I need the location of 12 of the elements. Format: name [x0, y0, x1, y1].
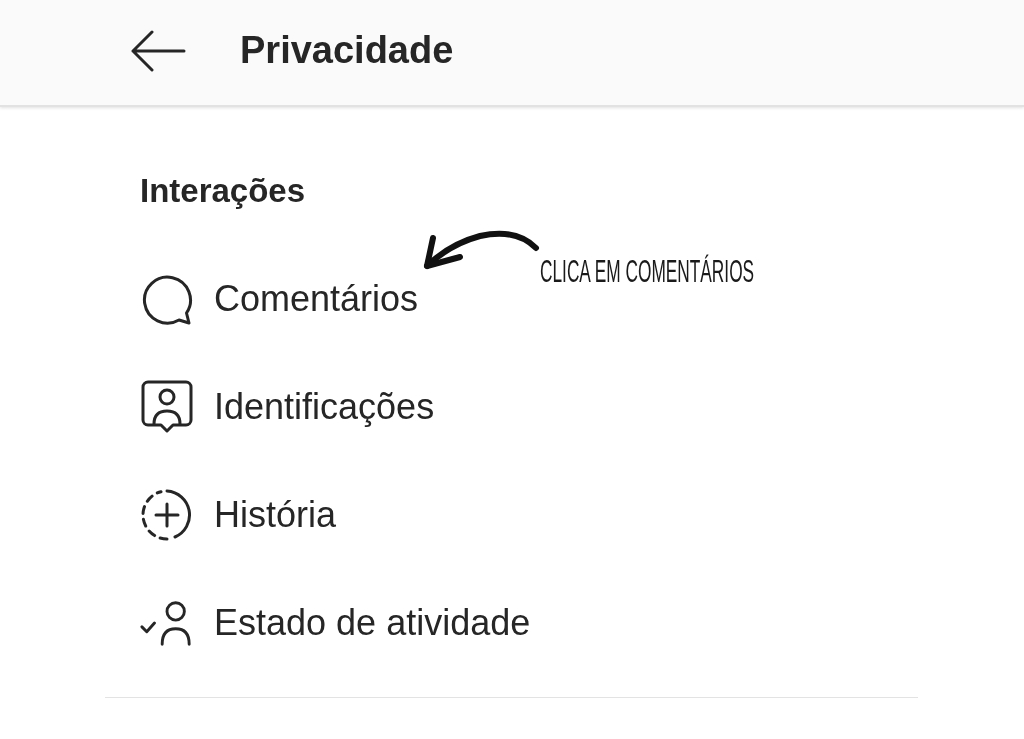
person-check-icon: [140, 600, 194, 646]
tagged-person-icon: [141, 380, 193, 434]
menu-item[interactable]: História: [140, 461, 337, 569]
menu-item[interactable]: Identificações: [140, 353, 435, 461]
back-arrow-icon: [130, 29, 186, 72]
menu-item[interactable]: Comentários: [140, 245, 419, 353]
annotation-text: CLICA EM COMENTÁRIOS: [540, 252, 755, 290]
page-title: Privacidade: [240, 29, 454, 72]
comment-bubble-icon: [141, 273, 193, 325]
dashed-circle-plus-icon: [141, 489, 193, 541]
section-heading: Interações: [140, 171, 306, 211]
menu-item[interactable]: Estado de atividade: [140, 569, 531, 677]
